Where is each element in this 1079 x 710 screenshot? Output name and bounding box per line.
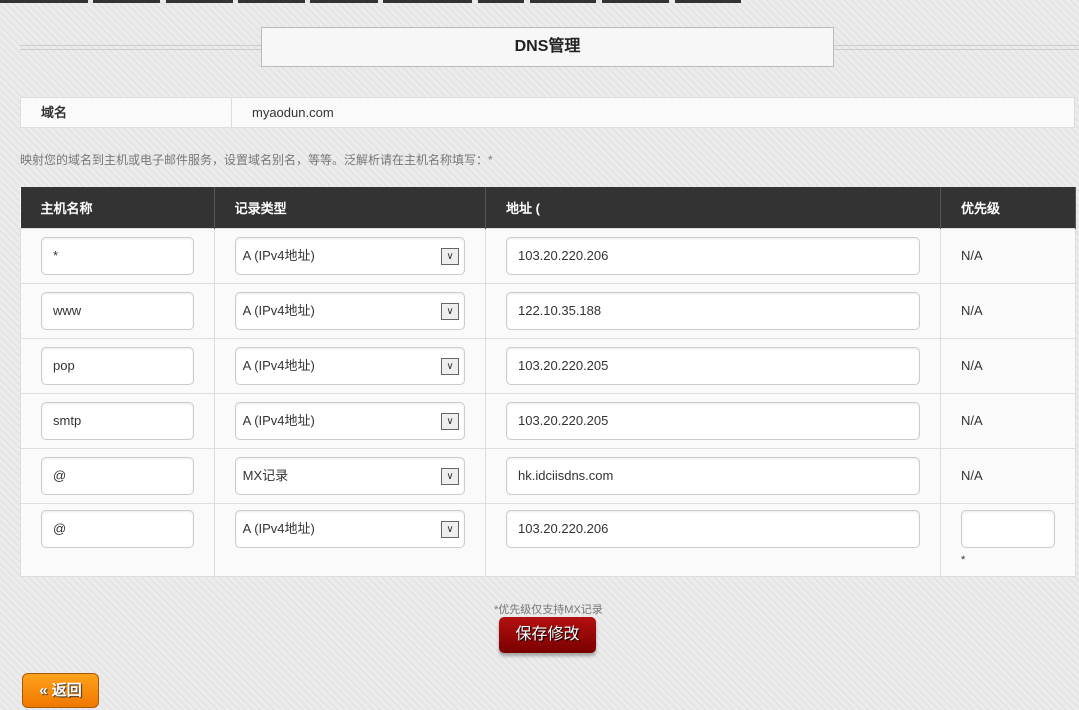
domain-value: myaodun.com (252, 105, 334, 120)
nav-tab[interactable] (383, 0, 472, 3)
required-mark: * (960, 553, 966, 566)
nav-tab[interactable] (238, 0, 305, 3)
record-type-value: A (IPv4地址) (242, 357, 315, 373)
chevron-down-icon[interactable]: ∨ (440, 412, 459, 430)
priority-value: N/A (939, 227, 1077, 284)
address-input[interactable]: 103.20.220.206 (505, 509, 920, 548)
header-type: 记录类型 (214, 187, 486, 228)
record-type-value: MX记录 (242, 467, 289, 483)
priority-input[interactable] (960, 509, 1055, 548)
nav-tab[interactable] (93, 0, 160, 3)
record-type-value: A (IPv4地址) (242, 412, 315, 428)
address-input[interactable]: 103.20.220.206 (505, 236, 920, 275)
chevron-down-icon[interactable]: ∨ (440, 467, 459, 485)
record-type-value: A (IPv4地址) (242, 247, 315, 263)
chevron-down-icon[interactable]: ∨ (440, 357, 459, 375)
chevron-down-icon[interactable]: ∨ (440, 520, 459, 538)
new-record-row: @ A (IPv4地址) ∨ 103.20.220.206 * (20, 502, 1077, 577)
address-input[interactable]: 103.20.220.205 (505, 401, 920, 440)
address-input[interactable]: 103.20.220.205 (505, 346, 920, 385)
priority-value: N/A (939, 392, 1077, 449)
header-priority: 优先级 (940, 187, 1077, 228)
record-type-value: A (IPv4地址) (242, 302, 315, 318)
priority-value: N/A (939, 282, 1077, 339)
nav-tab[interactable] (530, 0, 596, 3)
chevron-down-icon[interactable]: ∨ (440, 247, 459, 265)
priority-value: N/A (939, 447, 1077, 504)
host-input[interactable]: www (41, 291, 194, 330)
host-input[interactable]: smtp (41, 401, 194, 440)
nav-tab[interactable] (0, 0, 88, 3)
record-type-select[interactable]: A (IPv4地址) ∨ (234, 291, 465, 330)
record-type-select[interactable]: A (IPv4地址) ∨ (234, 346, 465, 385)
nav-tab[interactable] (478, 0, 524, 3)
table-row: smtp A (IPv4地址) ∨ 103.20.220.205 N/A (20, 392, 1077, 449)
table-row: www A (IPv4地址) ∨ 122.10.35.188 N/A (20, 282, 1077, 339)
host-input[interactable]: pop (41, 346, 194, 385)
header-host: 主机名称 (20, 187, 215, 228)
table-row: @ MX记录 ∨ hk.idciisdns.com N/A (20, 447, 1077, 504)
domain-label: 域名 (21, 98, 232, 127)
priority-note: *优先级仅支持MX记录 (494, 604, 603, 616)
save-button[interactable]: 保存修改 (499, 617, 596, 653)
dns-table: 主机名称 记录类型 地址 ( 优先级 * A (IPv4地址) ∨ 103.20.… (20, 187, 1077, 577)
record-type-select[interactable]: MX记录 ∨ (234, 456, 465, 495)
table-row: * A (IPv4地址) ∨ 103.20.220.206 N/A (20, 227, 1077, 284)
address-input[interactable]: 122.10.35.188 (505, 291, 920, 330)
nav-tab[interactable] (166, 0, 233, 3)
nav-tab[interactable] (310, 0, 378, 3)
page-title: DNS管理 (261, 27, 834, 67)
table-row: pop A (IPv4地址) ∨ 103.20.220.205 N/A (20, 337, 1077, 394)
record-type-select[interactable]: A (IPv4地址) ∨ (234, 236, 465, 275)
back-button[interactable]: « 返回 (22, 673, 99, 708)
record-type-select[interactable]: A (IPv4地址) ∨ (234, 401, 465, 440)
record-type-select[interactable]: A (IPv4地址) ∨ (234, 509, 465, 548)
domain-row: 域名 myaodun.com (20, 97, 1075, 128)
address-input[interactable]: hk.idciisdns.com (505, 456, 920, 495)
description: 映射您的域名到主机或电子邮件服务，设置域名别名，等等。泛解析请在主机名称填写：* (20, 153, 493, 167)
record-type-value: A (IPv4地址) (242, 520, 315, 536)
header-address: 地址 ( (485, 187, 941, 228)
host-input[interactable]: * (41, 236, 194, 275)
nav-tab[interactable] (602, 0, 669, 3)
host-input[interactable]: @ (41, 456, 194, 495)
host-input[interactable]: @ (41, 509, 194, 548)
nav-tab[interactable] (675, 0, 741, 3)
chevron-down-icon[interactable]: ∨ (440, 302, 459, 320)
priority-value: N/A (939, 337, 1077, 394)
